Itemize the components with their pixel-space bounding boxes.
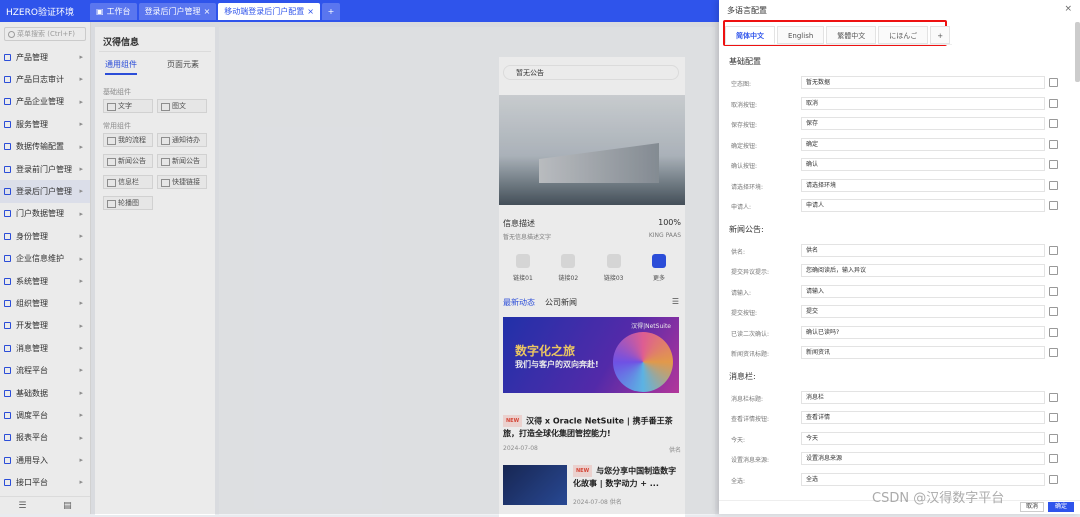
- copy-icon[interactable]: [1049, 327, 1058, 337]
- tab-1[interactable]: 登录后门户管理 ×: [138, 3, 217, 20]
- field-input[interactable]: 您确阅读后，输入异议: [801, 264, 1045, 277]
- watermark: CSDN @汉得数字平台: [872, 491, 1005, 506]
- copy-icon[interactable]: [1049, 307, 1058, 316]
- field-input[interactable]: 确认: [801, 158, 1045, 171]
- cancel-button[interactable]: 取消: [1020, 502, 1044, 512]
- drawer-title: 多语言配置: [727, 6, 767, 15]
- field-label: 提交按钮:: [731, 310, 758, 317]
- modal-overlay[interactable]: [0, 22, 719, 514]
- field-label: 全选:: [731, 477, 746, 485]
- copy-icon[interactable]: [1049, 245, 1058, 255]
- copy-icon[interactable]: [1049, 286, 1058, 296]
- field-label: 确定按钮:: [731, 142, 758, 150]
- field-input[interactable]: 设置消息来源: [801, 452, 1045, 465]
- field-label: 空态图:: [731, 81, 752, 88]
- copy-icon[interactable]: [1049, 266, 1058, 275]
- field-label: 提交异议提示:: [731, 269, 770, 276]
- section-title: 消息栏:: [729, 371, 756, 381]
- field-label: 今天:: [731, 436, 746, 444]
- copy-icon[interactable]: [1049, 348, 1058, 357]
- field-input[interactable]: 今天: [801, 431, 1045, 445]
- tab-0[interactable]: ▣ 工作台: [90, 3, 137, 20]
- copy-icon[interactable]: [1049, 433, 1058, 443]
- tab-lang-zh-cn[interactable]: 简体中文: [725, 26, 775, 44]
- field-label: 已读二次确认:: [731, 330, 770, 338]
- copy-icon[interactable]: [1049, 392, 1058, 402]
- home-icon: ▣: [96, 7, 104, 16]
- tab-label: 登录后门户管理: [144, 7, 201, 16]
- tab-lang-zh-tw[interactable]: 繁體中文: [826, 26, 877, 44]
- add-language-icon[interactable]: +: [930, 26, 951, 44]
- ok-button[interactable]: 确定: [1048, 502, 1074, 512]
- tab-lang-en[interactable]: English: [777, 26, 825, 44]
- copy-icon[interactable]: [1049, 474, 1058, 484]
- copy-icon[interactable]: [1049, 98, 1058, 108]
- field-input[interactable]: 保存: [801, 117, 1045, 130]
- field-input[interactable]: 取消: [801, 96, 1045, 110]
- tab-lang-ja[interactable]: にほんご: [878, 26, 929, 44]
- field-input[interactable]: 请选择环境: [801, 178, 1045, 192]
- copy-icon[interactable]: [1049, 139, 1058, 149]
- field-label: 消息栏标题:: [731, 395, 764, 403]
- field-label: 新闻资讯标题:: [731, 351, 770, 358]
- add-tab-button[interactable]: +: [321, 3, 340, 20]
- copy-icon[interactable]: [1049, 413, 1058, 422]
- field-label: 请选择环境:: [731, 183, 764, 191]
- field-input[interactable]: 确认已读吗?: [801, 325, 1045, 339]
- field-input[interactable]: 全选: [801, 472, 1045, 486]
- copy-icon[interactable]: [1049, 180, 1058, 190]
- tab-strip: ▣ 工作台 登录后门户管理 × 移动端登录后门户配置 × +: [90, 3, 340, 20]
- tab-label: 移动端登录后门户配置: [224, 7, 305, 16]
- tab-2[interactable]: 移动端登录后门户配置 ×: [218, 3, 320, 20]
- field-input[interactable]: 新闻资讯: [801, 346, 1045, 359]
- section-title: 新闻公告:: [729, 224, 764, 234]
- copy-icon[interactable]: [1049, 160, 1058, 169]
- multilang-drawer: 多语言配置 × 简体中文 English 繁體中文 にほんご + 基础配置空态图…: [719, 0, 1080, 514]
- tab-label: 工作台: [106, 7, 131, 16]
- close-tab-icon[interactable]: ×: [204, 3, 211, 20]
- field-input[interactable]: 供名: [801, 243, 1045, 257]
- field-label: 取消按钮:: [731, 101, 758, 109]
- copy-icon[interactable]: [1049, 454, 1058, 463]
- field-label: 保存按钮:: [731, 122, 758, 129]
- app-title: HZERO验证环境: [6, 8, 74, 18]
- field-input[interactable]: 请输入: [801, 284, 1045, 298]
- field-input[interactable]: 暂无数据: [801, 76, 1045, 89]
- field-label: 供名:: [731, 248, 746, 256]
- field-label: 申请人:: [731, 204, 752, 211]
- field-label: 查看详情按钮:: [731, 416, 770, 423]
- copy-icon[interactable]: [1049, 78, 1058, 87]
- close-tab-icon[interactable]: ×: [307, 3, 314, 20]
- field-label: 设置消息来源:: [731, 457, 770, 464]
- close-icon[interactable]: ×: [1064, 4, 1072, 14]
- copy-icon[interactable]: [1049, 119, 1058, 128]
- field-input[interactable]: 提交: [801, 305, 1045, 318]
- field-label: 确认按钮:: [731, 163, 758, 170]
- language-tabs: 简体中文 English 繁體中文 にほんご +: [725, 26, 953, 45]
- field-input[interactable]: 消息栏: [801, 390, 1045, 404]
- field-input[interactable]: 查看详情: [801, 411, 1045, 424]
- field-input[interactable]: 确定: [801, 137, 1045, 151]
- copy-icon[interactable]: [1049, 201, 1058, 210]
- field-input[interactable]: 申请人: [801, 199, 1045, 212]
- field-label: 请输入:: [731, 289, 752, 297]
- scrollbar[interactable]: [1075, 22, 1080, 82]
- section-title: 基础配置: [729, 57, 761, 66]
